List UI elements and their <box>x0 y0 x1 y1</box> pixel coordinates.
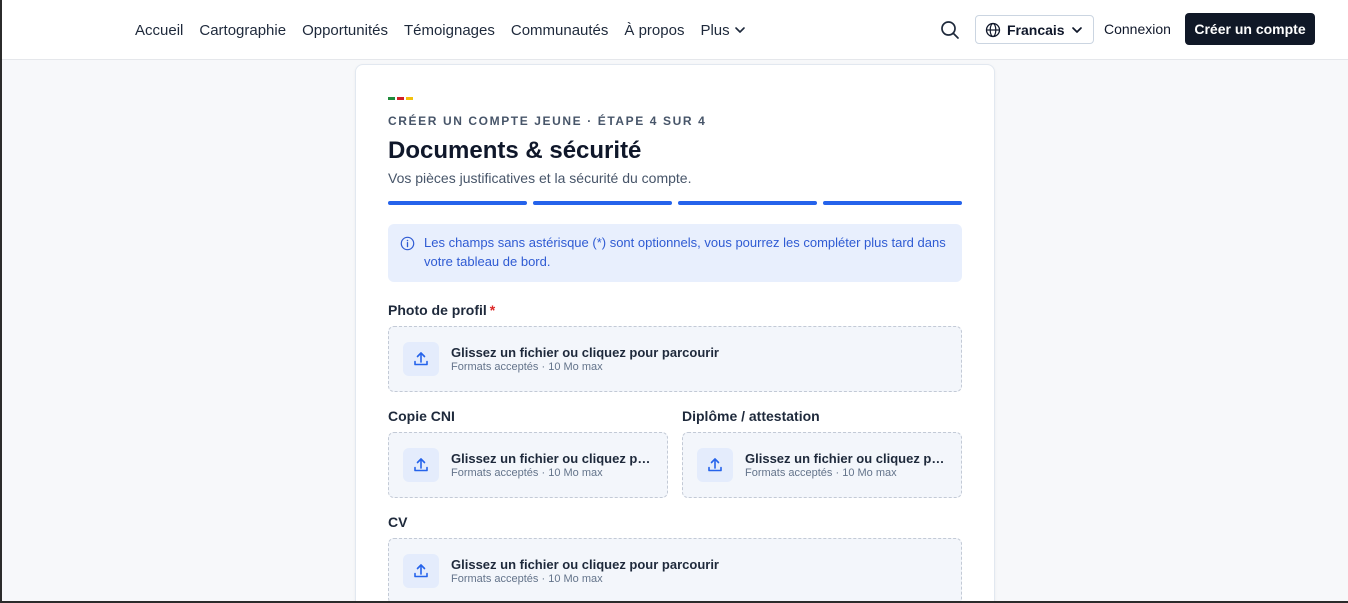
main-nav: Accueil Cartographie Opportunités Témoig… <box>135 0 762 60</box>
photo-upload-dropzone[interactable]: Glissez un fichier ou cliquez pour parco… <box>388 326 962 392</box>
globe-icon <box>985 22 1001 38</box>
dropzone-main-text: Glissez un fichier ou cliquez pour parco… <box>451 451 653 466</box>
dropzone-main-text: Glissez un fichier ou cliquez pour parco… <box>451 557 719 572</box>
nav-item-communautes[interactable]: Communautés <box>511 22 609 39</box>
info-icon <box>400 236 415 256</box>
diploma-field-label: Diplôme / attestation <box>682 408 820 424</box>
language-select[interactable]: Francais <box>975 15 1094 44</box>
top-navigation-bar: Accueil Cartographie Opportunités Témoig… <box>2 0 1348 60</box>
nav-item-accueil[interactable]: Accueil <box>135 22 183 39</box>
progress-segment <box>388 201 527 205</box>
dropzone-main-text: Glissez un fichier ou cliquez pour parco… <box>451 345 719 360</box>
nav-item-plus-label: Plus <box>700 21 730 39</box>
flag-stripe-red <box>397 97 404 100</box>
photo-field-label-text: Photo de profil <box>388 302 487 318</box>
flag-stripe-yellow <box>406 97 413 100</box>
upload-icon <box>697 448 733 482</box>
upload-icon <box>403 448 439 482</box>
step-eyebrow: CRÉER UN COMPTE JEUNE · ÉTAPE 4 SUR 4 <box>388 114 707 128</box>
search-icon[interactable] <box>939 19 961 41</box>
nav-item-temoignages[interactable]: Témoignages <box>404 22 495 39</box>
cv-field-label: CV <box>388 514 408 530</box>
dropzone-main-text: Glissez un fichier ou cliquez pour parco… <box>745 451 947 466</box>
nav-item-opportunites[interactable]: Opportunités <box>302 22 388 39</box>
info-notice: Les champs sans astérisque (*) sont opti… <box>388 224 962 282</box>
dropzone-sub-text: Formats acceptés · 10 Mo max <box>745 467 897 479</box>
cni-upload-dropzone[interactable]: Glissez un fichier ou cliquez pour parco… <box>388 432 668 498</box>
language-select-value: Francais <box>1007 21 1065 38</box>
progress-segment <box>678 201 817 205</box>
info-notice-text: Les champs sans astérisque (*) sont opti… <box>424 235 946 269</box>
progress-segment <box>533 201 672 205</box>
upload-icon <box>403 342 439 376</box>
signup-form-card: CRÉER UN COMPTE JEUNE · ÉTAPE 4 SUR 4 Do… <box>355 64 995 603</box>
page-subtitle: Vos pièces justificatives et la sécurité… <box>388 170 692 186</box>
login-link[interactable]: Connexion <box>1104 21 1171 37</box>
chevron-down-icon <box>734 24 746 36</box>
photo-field-label: Photo de profil * <box>388 302 495 318</box>
nav-item-cartographie[interactable]: Cartographie <box>199 22 286 39</box>
nav-item-a-propos[interactable]: À propos <box>624 22 684 39</box>
chevron-down-icon <box>1070 23 1084 37</box>
create-account-button[interactable]: Créer un compte <box>1185 13 1315 45</box>
nav-item-plus[interactable]: Plus <box>700 22 745 39</box>
cni-field-label: Copie CNI <box>388 408 455 424</box>
flag-stripe-green <box>388 97 395 100</box>
dropzone-sub-text: Formats acceptés · 10 Mo max <box>451 467 603 479</box>
page-title: Documents & sécurité <box>388 137 642 164</box>
step-progress <box>388 201 962 205</box>
dropzone-sub-text: Formats acceptés · 10 Mo max <box>451 573 603 585</box>
progress-segment <box>823 201 962 205</box>
flag-stripe <box>388 97 415 100</box>
window-frame-left <box>0 0 2 603</box>
cv-upload-dropzone[interactable]: Glissez un fichier ou cliquez pour parco… <box>388 538 962 603</box>
diploma-upload-dropzone[interactable]: Glissez un fichier ou cliquez pour parco… <box>682 432 962 498</box>
dropzone-sub-text: Formats acceptés · 10 Mo max <box>451 361 603 373</box>
required-asterisk: * <box>489 302 496 318</box>
upload-icon <box>403 554 439 588</box>
